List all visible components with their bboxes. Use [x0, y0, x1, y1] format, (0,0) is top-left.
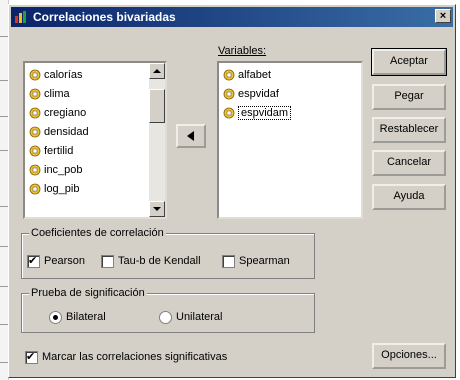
numeric-variable-icon	[29, 69, 41, 81]
list-item[interactable]: log_pib	[29, 180, 79, 198]
list-item-label: cregiano	[44, 107, 87, 120]
pearson-checkbox[interactable]: Pearson	[27, 253, 85, 269]
list-item[interactable]: cregiano	[29, 104, 86, 122]
cancel-button[interactable]: Cancelar	[372, 150, 446, 176]
scroll-up-arrow-icon	[153, 69, 161, 73]
kendall-check-box[interactable]	[101, 254, 114, 268]
scroll-thumb[interactable]	[149, 89, 165, 123]
numeric-variable-icon	[29, 164, 41, 176]
source-variable-list[interactable]: calorías clima cregiano densidad fertilid inc…	[23, 61, 167, 219]
unilateral-label: Unilateral	[176, 311, 223, 324]
flag-significant-checkbox[interactable]: Marcar las correlaciones significativas	[25, 349, 227, 365]
arrow-left-icon	[187, 131, 194, 141]
title-bar: Correlaciones bivariadas ×	[11, 7, 453, 27]
spearman-label: Spearman	[239, 255, 290, 268]
list-item-label: log_pib	[44, 183, 80, 196]
numeric-variable-icon	[223, 107, 235, 119]
spearman-check-box[interactable]	[222, 254, 235, 268]
list-item[interactable]: densidad	[29, 123, 89, 141]
numeric-variable-icon	[29, 183, 41, 195]
flag-significant-label: Marcar las correlaciones significativas	[42, 351, 228, 364]
correlations-dialog: Correlaciones bivariadas × calorías clima…	[8, 4, 456, 378]
variables-label: Variables:	[218, 45, 267, 57]
list-item[interactable]: fertilid	[29, 142, 73, 160]
list-item-label: calorías	[44, 69, 83, 82]
bilateral-radio[interactable]: Bilateral	[49, 309, 106, 325]
options-button[interactable]: Opciones...	[372, 343, 446, 369]
significance-group-label: Prueba de significación	[29, 287, 147, 300]
close-button[interactable]: ×	[435, 9, 451, 23]
bilateral-label: Bilateral	[66, 311, 106, 324]
list-item-label: espvidaf	[238, 88, 279, 101]
scroll-up-button[interactable]	[149, 63, 165, 79]
list-item[interactable]: alfabet	[223, 66, 271, 84]
scroll-down-button[interactable]	[149, 201, 165, 217]
list-item-label: inc_pob	[44, 164, 83, 177]
help-button[interactable]: Ayuda	[372, 184, 446, 210]
list-item-label: espvidam	[238, 106, 292, 121]
list-item[interactable]: clima	[29, 85, 70, 103]
numeric-variable-icon	[29, 88, 41, 100]
accept-button[interactable]: Aceptar	[371, 48, 447, 76]
kendall-checkbox[interactable]: Tau-b de Kendall	[101, 253, 201, 269]
unilateral-radio[interactable]: Unilateral	[159, 309, 222, 325]
numeric-variable-icon	[29, 107, 41, 119]
list-item[interactable]: inc_pob	[29, 161, 83, 179]
source-list-scrollbar[interactable]	[149, 63, 165, 217]
flag-significant-check-box[interactable]	[25, 349, 38, 365]
coefficients-group-label: Coeficientes de correlación	[29, 227, 166, 240]
dialog-title: Correlaciones bivariadas	[33, 10, 176, 24]
numeric-variable-icon	[29, 126, 41, 138]
list-item-label: alfabet	[238, 69, 272, 82]
list-item-label: fertilid	[44, 145, 74, 158]
unilateral-radio-dot[interactable]	[159, 310, 172, 324]
spearman-checkbox[interactable]: Spearman	[222, 253, 290, 269]
paste-button[interactable]: Pegar	[372, 84, 446, 110]
app-icon	[15, 11, 26, 23]
pearson-check-box[interactable]	[27, 253, 40, 269]
scroll-down-arrow-icon	[153, 207, 161, 211]
list-item[interactable]: espvidam	[223, 104, 292, 122]
numeric-variable-icon	[29, 145, 41, 157]
list-item-label: densidad	[44, 126, 89, 139]
pearson-label: Pearson	[44, 255, 85, 268]
bilateral-radio-dot[interactable]	[49, 310, 62, 324]
kendall-label: Tau-b de Kendall	[118, 255, 201, 268]
reset-button[interactable]: Restablecer	[372, 117, 446, 143]
move-variable-button[interactable]	[176, 124, 206, 148]
selected-variables-list[interactable]: alfabet espvidaf espvidam	[217, 61, 363, 219]
list-item[interactable]: calorías	[29, 66, 83, 84]
list-item[interactable]: espvidaf	[223, 85, 279, 103]
numeric-variable-icon	[223, 88, 235, 100]
list-item-label: clima	[44, 88, 70, 101]
numeric-variable-icon	[223, 69, 235, 81]
